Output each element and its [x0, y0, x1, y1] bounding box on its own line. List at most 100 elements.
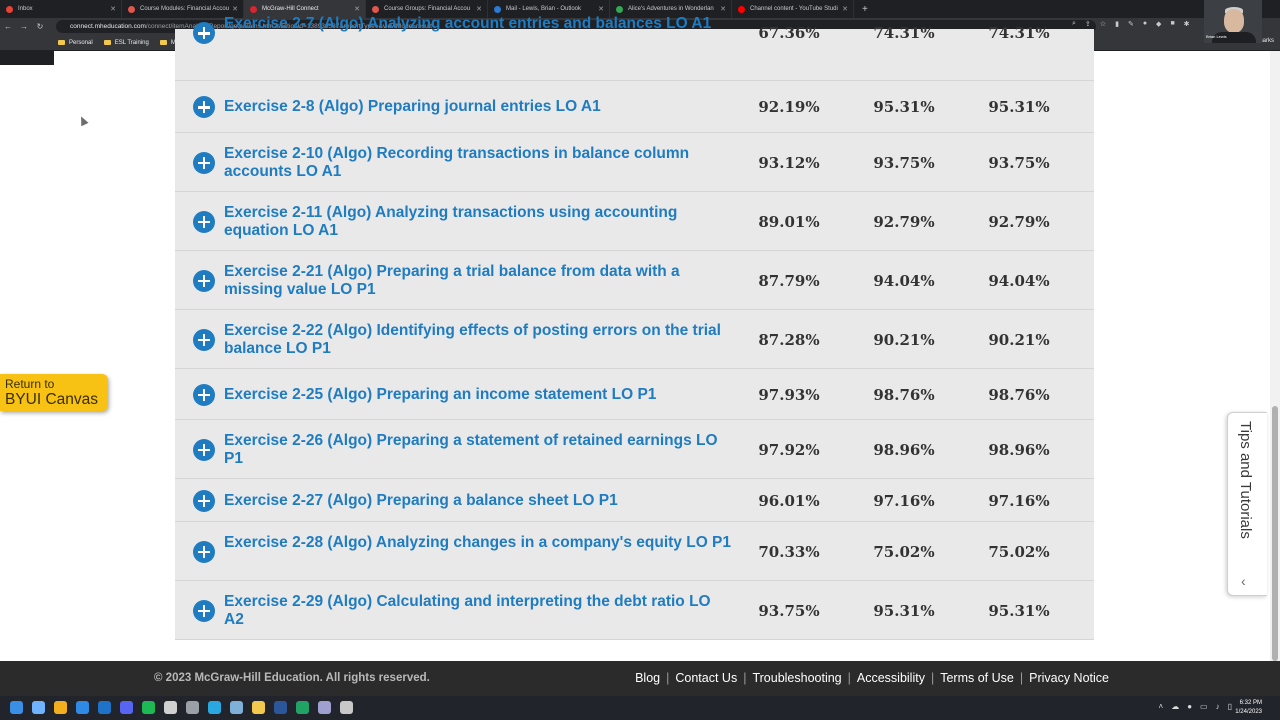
- chrome-icon[interactable]: [54, 701, 67, 714]
- clock[interactable]: 6:32 PM 1/24/2023: [1235, 699, 1262, 717]
- expand-plus-icon[interactable]: [193, 151, 215, 174]
- tab-close-icon[interactable]: ✕: [354, 5, 360, 13]
- cloud-icon[interactable]: ☁: [1171, 702, 1179, 711]
- obs-icon[interactable]: [164, 701, 177, 714]
- vscode-icon[interactable]: [98, 701, 111, 714]
- forward-icon[interactable]: →: [16, 22, 32, 31]
- score-value-col1: 96.01%: [758, 491, 820, 510]
- widget-icon[interactable]: [32, 701, 45, 714]
- zoom-icon[interactable]: ⌕: [1072, 20, 1076, 28]
- exercise-row: Exercise 2-26 (Algo) Preparing a stateme…: [175, 420, 1094, 479]
- browser-tab[interactable]: Channel content - YouTube Studi ✕: [732, 0, 854, 18]
- vscode-icon[interactable]: [76, 701, 89, 714]
- expand-plus-icon[interactable]: [193, 96, 215, 118]
- chevron-left-icon[interactable]: ‹: [1241, 573, 1246, 589]
- browser-tab[interactable]: Inbox ✕: [0, 0, 122, 18]
- extension-icon[interactable]: ◆: [1156, 20, 1161, 28]
- exercise-title-link[interactable]: Exercise 2-27 (Algo) Preparing a balance…: [224, 492, 734, 510]
- return-to-byui-canvas-button[interactable]: Return to BYUI Canvas: [0, 374, 108, 411]
- exercise-title-link[interactable]: Exercise 2-10 (Algo) Recording transacti…: [224, 145, 734, 181]
- expand-plus-icon[interactable]: [193, 489, 215, 512]
- footer-link[interactable]: Blog: [635, 671, 660, 685]
- tab-label: McGraw-Hill Connect: [262, 6, 319, 12]
- tab-close-icon[interactable]: ✕: [110, 5, 116, 13]
- tab-label: Channel content - YouTube Studi: [750, 6, 838, 12]
- byui-line2: BYUI Canvas: [5, 391, 99, 408]
- footer-link[interactable]: Troubleshooting: [752, 671, 841, 685]
- tab-close-icon[interactable]: ✕: [720, 5, 726, 13]
- score-value-col1: 92.19%: [758, 98, 820, 116]
- capture-icon[interactable]: [230, 701, 243, 714]
- expand-plus-icon[interactable]: [193, 210, 215, 233]
- display-icon[interactable]: ▭: [1200, 702, 1208, 711]
- extensions-puzzle-icon[interactable]: ✱: [1184, 20, 1190, 28]
- expand-plus-icon[interactable]: [193, 269, 215, 292]
- exercise-title-link[interactable]: Exercise 2-22 (Algo) Identifying effects…: [224, 322, 734, 358]
- expand-plus-icon[interactable]: [193, 438, 215, 461]
- clock-date: 1/24/2023: [1235, 709, 1262, 715]
- score-value-col1: 87.79%: [758, 271, 820, 290]
- settings-icon[interactable]: [186, 701, 199, 714]
- tab-close-icon[interactable]: ✕: [842, 5, 848, 13]
- tab-label: Mail - Lewis, Brian - Outlook: [506, 6, 582, 12]
- word-icon[interactable]: [274, 701, 287, 714]
- footer-link[interactable]: Contact Us: [675, 671, 737, 685]
- exercise-title-link[interactable]: Exercise 2-28 (Algo) Analyzing changes i…: [224, 534, 734, 552]
- notes-icon[interactable]: [318, 701, 331, 714]
- extension-icon[interactable]: ▮: [1115, 20, 1119, 28]
- footer-link[interactable]: Accessibility: [857, 671, 925, 685]
- footer-link[interactable]: Privacy Notice: [1029, 671, 1109, 685]
- back-icon[interactable]: ←: [0, 22, 16, 31]
- page-scrollbar[interactable]: [1270, 51, 1280, 661]
- photos-icon[interactable]: [208, 701, 221, 714]
- volume-icon[interactable]: ♪: [1216, 702, 1220, 711]
- exercise-title-link[interactable]: Exercise 2-21 (Algo) Preparing a trial b…: [224, 263, 734, 299]
- extension-icon[interactable]: ■: [1170, 20, 1174, 28]
- bookmark-item[interactable]: Personal: [58, 40, 93, 46]
- share-icon[interactable]: ⇪: [1085, 20, 1091, 28]
- reload-icon[interactable]: ↻: [32, 22, 48, 31]
- windows-start-icon[interactable]: [10, 701, 23, 714]
- tab-close-icon[interactable]: ✕: [598, 5, 604, 13]
- extension-icon[interactable]: ●: [1143, 20, 1147, 28]
- bookmark-item[interactable]: ESL Training: [103, 40, 149, 46]
- score-value-col2: 93.75%: [873, 153, 935, 172]
- tab-favicon-icon: [128, 5, 135, 13]
- score-value-col2: 98.76%: [873, 385, 935, 404]
- exercise-title-link[interactable]: Exercise 2-7 (Algo) Analyzing account en…: [224, 15, 734, 33]
- expand-plus-icon[interactable]: [193, 383, 215, 406]
- expand-plus-icon[interactable]: [193, 540, 215, 563]
- expand-plus-icon[interactable]: [193, 328, 215, 351]
- battery-icon[interactable]: ▯: [1228, 702, 1232, 711]
- tab-close-icon[interactable]: ✕: [232, 5, 238, 13]
- score-value-col2: 98.96%: [873, 440, 935, 459]
- exercise-title-link[interactable]: Exercise 2-25 (Algo) Preparing an income…: [224, 386, 734, 404]
- tab-label: Inbox: [18, 6, 33, 12]
- extension-icon[interactable]: ✎: [1128, 20, 1134, 28]
- exercise-title-link[interactable]: Exercise 2-26 (Algo) Preparing a stateme…: [224, 432, 734, 468]
- exercise-title-link[interactable]: Exercise 2-29 (Algo) Calculating and int…: [224, 593, 734, 629]
- tab-close-icon[interactable]: ✕: [476, 5, 482, 13]
- folder-icon[interactable]: [252, 701, 265, 714]
- url-host: connect.mheducation.com: [70, 23, 146, 30]
- folder-icon: [159, 40, 167, 45]
- score-value-col2: 97.16%: [873, 491, 935, 510]
- score-value-col2: 94.04%: [873, 271, 935, 290]
- exercise-title-link[interactable]: Exercise 2-8 (Algo) Preparing journal en…: [224, 98, 734, 116]
- spotify-icon[interactable]: [142, 701, 155, 714]
- gimp-icon[interactable]: [340, 701, 353, 714]
- new-tab-icon[interactable]: +: [854, 4, 868, 15]
- exercise-title-link[interactable]: Exercise 2-11 (Algo) Analyzing transacti…: [224, 204, 734, 240]
- expand-plus-icon[interactable]: [193, 22, 215, 44]
- scrollbar-thumb[interactable]: [1272, 406, 1278, 661]
- chevron-up-icon[interactable]: ˄: [1159, 702, 1164, 711]
- tab-label: Alice's Adventures in Wonderlan: [628, 6, 714, 12]
- app-icon[interactable]: [120, 701, 133, 714]
- mic-icon[interactable]: ●: [1187, 702, 1192, 711]
- excel-icon[interactable]: [296, 701, 309, 714]
- bookmark-star-icon[interactable]: ☆: [1100, 20, 1106, 28]
- expand-plus-icon[interactable]: [193, 599, 215, 622]
- tips-and-tutorials-panel[interactable]: Tips and Tutorials ‹: [1227, 412, 1267, 596]
- footer-link[interactable]: Terms of Use: [940, 671, 1014, 685]
- footer-separator: |: [666, 671, 670, 685]
